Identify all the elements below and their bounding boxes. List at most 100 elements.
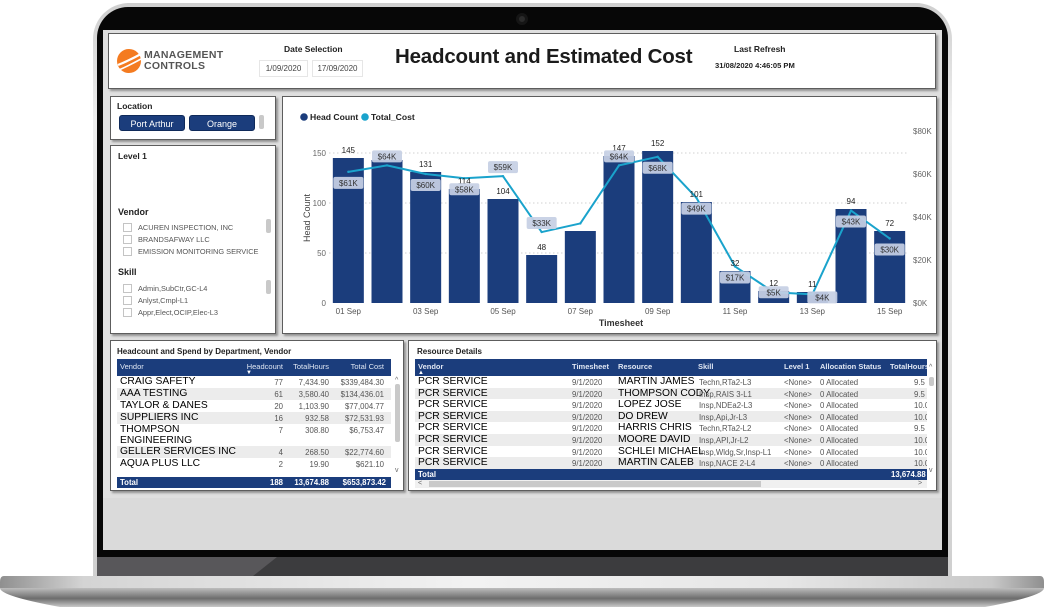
checkbox[interactable]	[123, 283, 132, 293]
scroll-up-icon[interactable]: ^	[929, 364, 932, 371]
total-cost-point[interactable]	[656, 155, 659, 158]
column-header-allocation-status[interactable]: Allocation Status	[820, 362, 881, 371]
table-row[interactable]: GELLER SERVICES INC 4 268.50 $22,774.60	[117, 446, 391, 458]
start-date-input[interactable]: 1/09/2020	[259, 60, 308, 77]
vendor-filter-item[interactable]: ACUREN INSPECTION, INC	[123, 222, 233, 232]
location-scrollbar[interactable]	[259, 115, 264, 129]
scroll-down-icon[interactable]: v	[929, 467, 933, 474]
scroll-down-icon[interactable]: v	[395, 467, 399, 474]
total-hours-cell: 9.5	[914, 424, 925, 434]
checkbox[interactable]	[123, 295, 132, 305]
checkbox[interactable]	[123, 307, 132, 317]
total-cost-point[interactable]	[849, 209, 853, 212]
legend-headcount-label[interactable]: Head Count	[310, 112, 358, 122]
total-cost-point[interactable]	[385, 164, 389, 167]
vendor-cell: AQUA PLUS LLC	[120, 458, 201, 469]
table-row[interactable]: PCR SERVICE 9/1/2020 MARTIN JAMES Techn,RTa…	[415, 376, 927, 388]
total-cost-cell: $72,531.93	[344, 414, 384, 423]
legend-total-cost-label[interactable]: Total_Cost	[371, 112, 415, 122]
column-header-total-hours[interactable]: TotalHours	[890, 362, 927, 371]
vendor-cell: PCR SERVICE	[418, 457, 488, 469]
hscroll-thumb[interactable]	[429, 481, 761, 487]
total-cost-point[interactable]	[347, 170, 350, 174]
vendor-table-title: Headcount and Spend by Department, Vendo…	[117, 347, 292, 356]
checkbox[interactable]	[123, 246, 132, 256]
total-headcount: 188	[269, 478, 283, 487]
location-option-port-arthur[interactable]: Port Arthur	[119, 115, 185, 131]
scroll-thumb[interactable]	[929, 377, 934, 386]
table-row[interactable]: PCR SERVICE 9/1/2020 LOPEZ JOSE Insp,NDEa2-…	[415, 399, 927, 411]
level1-cell: <None>	[784, 459, 812, 469]
column-header-total-cost[interactable]: Total Cost	[351, 362, 384, 371]
column-header-vendor[interactable]: Vendor	[120, 362, 144, 371]
table-row[interactable]: PCR SERVICE 9/1/2020 MARTIN CALEB Insp,NACE…	[415, 457, 927, 469]
table-row[interactable]: AQUA PLUS LLC 2 19.90 $621.10	[117, 458, 391, 470]
skill-filter-item[interactable]: Appr,Elect,OCIP,Elec-L3	[123, 307, 218, 317]
location-option-orange[interactable]: Orange	[189, 115, 255, 131]
table-row[interactable]: CRAIG SAFETY 77 7,434.90 $339,484.30	[117, 376, 391, 388]
total-cost-data-label: $43K	[842, 218, 861, 227]
skill-slicer-scrollbar[interactable]	[266, 280, 271, 294]
table-row[interactable]: SUPPLIERS INC 16 932.58 $72,531.93	[117, 412, 391, 424]
headcount-bar[interactable]	[448, 189, 480, 303]
column-header-skill[interactable]: Skill	[698, 362, 713, 371]
timesheet-cell: 9/1/2020	[572, 447, 603, 457]
checkbox[interactable]	[123, 234, 132, 244]
end-date-input[interactable]: 17/09/2020	[312, 60, 363, 77]
skill-filter-item[interactable]: Admin,SubCtr,GC-L4	[123, 283, 207, 293]
total-cost-cell: $77,004.77	[344, 402, 384, 411]
vendor-table-scrollbar[interactable]: ^ v	[394, 375, 401, 477]
scroll-up-icon[interactable]: ^	[395, 377, 398, 384]
headcount-bar[interactable]	[487, 199, 519, 303]
resource-cell: THOMPSON CODY	[618, 387, 711, 399]
total-cost-point[interactable]	[540, 230, 543, 234]
total-cost-point[interactable]	[579, 222, 582, 225]
headcount-bar[interactable]	[874, 231, 906, 303]
total-cost-data-label: $61K	[339, 179, 358, 188]
vendor-filter-item[interactable]: EMISSION MONITORING SERVICE	[123, 246, 258, 256]
vendor-spend-table: Headcount and Spend by Department, Vendo…	[110, 340, 404, 491]
column-header-total-hours[interactable]: TotalHours	[293, 362, 329, 371]
vendor-filter-item[interactable]: BRANDSAFWAY LLC	[123, 234, 210, 244]
column-header-level1[interactable]: Level 1	[784, 362, 809, 371]
table-row[interactable]: PCR SERVICE 9/1/2020 MOORE DAVID Insp,API,J…	[415, 433, 927, 446]
total-cost-point[interactable]	[888, 237, 891, 240]
vendor-slicer-scrollbar[interactable]	[266, 219, 271, 233]
scroll-right-icon[interactable]: >	[918, 480, 922, 487]
total-cost-data-label: $59K	[494, 163, 513, 172]
total-cost-point[interactable]	[617, 164, 621, 167]
vendor-table-total-row: Total 188 13,674.88 $653,873.42	[117, 477, 391, 488]
headcount-bar[interactable]	[410, 172, 442, 303]
headcount-bar[interactable]	[526, 255, 558, 303]
headcount-cell: 2	[278, 460, 283, 469]
total-cost-data-label: $30K	[880, 246, 899, 255]
table-row[interactable]: PCR SERVICE 9/1/2020 SCHLEI MICHAEL Insp,Wl…	[415, 446, 927, 458]
column-header-timesheet[interactable]: Timesheet	[572, 362, 609, 371]
table-row[interactable]: PCR SERVICE 9/1/2020 DO DREW Insp,Api,Jr-L3…	[415, 410, 927, 423]
date-selection-label: Date Selection	[284, 44, 343, 54]
headcount-bar[interactable]	[603, 156, 635, 303]
column-header-headcount[interactable]: Headcount	[247, 362, 283, 371]
table-row[interactable]: THOMPSON ENGINEERING 7 308.80 $6,753.47	[117, 424, 391, 446]
total-cost-point[interactable]	[424, 172, 427, 176]
scroll-thumb[interactable]	[395, 384, 400, 442]
total-hours-cell: 1,103.90	[298, 402, 329, 411]
skill-filter-label: Anlyst,Cmpl-L1	[138, 295, 189, 305]
skill-filter-item[interactable]: Anlyst,Cmpl-L1	[123, 295, 188, 305]
headcount-bar[interactable]	[564, 231, 596, 303]
table-row[interactable]: PCR SERVICE 9/1/2020 THOMPSON CODY Insp,RAI…	[415, 387, 927, 400]
table-row[interactable]: TAYLOR & DANES 20 1,103.90 $77,004.77	[117, 400, 391, 412]
table-row[interactable]: PCR SERVICE 9/1/2020 HARRIS CHRIS Techn,RTa…	[415, 422, 927, 434]
total-cost-point[interactable]	[501, 174, 505, 178]
scroll-left-icon[interactable]: <	[418, 480, 422, 487]
headcount-bar[interactable]	[371, 160, 403, 303]
checkbox[interactable]	[123, 222, 132, 232]
resource-table-vscrollbar[interactable]: ^ v	[928, 363, 935, 477]
headcount-cell: 7	[278, 426, 283, 435]
headcount-data-label: 48	[537, 243, 546, 252]
table-row[interactable]: AAA TESTING 61 3,580.40 $134,436.01	[117, 388, 391, 400]
resource-table-hscrollbar[interactable]: < >	[415, 480, 927, 488]
allocation-status-cell: 0 Allocated	[820, 459, 859, 469]
column-header-resource[interactable]: Resource	[618, 362, 652, 371]
headcount-data-label: 152	[651, 139, 665, 148]
